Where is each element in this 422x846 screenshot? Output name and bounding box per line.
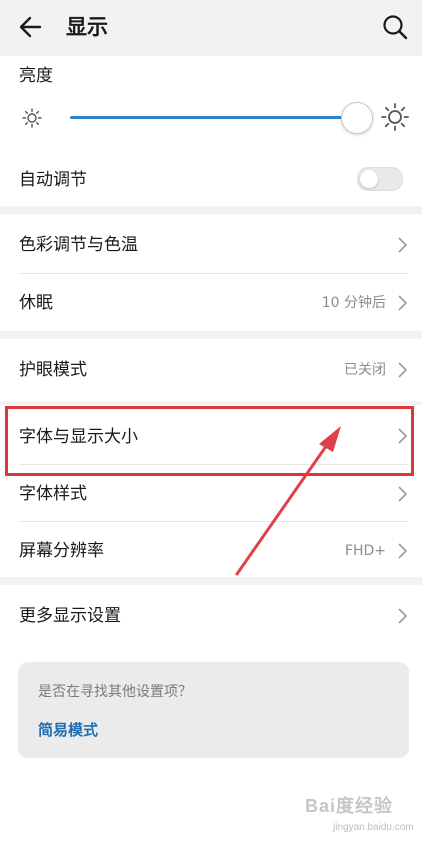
- chevron-right-icon: [398, 362, 408, 378]
- more-display-settings-item[interactable]: 更多显示设置: [19, 604, 121, 628]
- divider: [19, 273, 408, 274]
- toggle-knob: [360, 170, 378, 188]
- screen-resolution-value: FHD+: [344, 543, 386, 559]
- chevron-right-icon: [398, 486, 408, 502]
- font-style-item[interactable]: 字体样式: [19, 482, 87, 506]
- hint-card: 是否在寻找其他设置项？ 简易模式: [18, 662, 409, 758]
- annotation-highlight-box: [5, 406, 414, 476]
- back-arrow-icon[interactable]: [16, 12, 46, 42]
- chevron-right-icon: [398, 295, 408, 311]
- brightness-slider-thumb[interactable]: [341, 102, 373, 134]
- brightness-high-icon: [381, 103, 409, 131]
- sleep-item[interactable]: 休眠: [19, 291, 53, 315]
- simple-mode-link[interactable]: 简易模式: [38, 719, 98, 741]
- page-title: 显示: [66, 15, 108, 39]
- hint-question: 是否在寻找其他设置项？: [38, 684, 192, 700]
- color-temperature-item[interactable]: 色彩调节与色温: [19, 233, 138, 257]
- top-app-bar: 显示: [0, 0, 422, 54]
- chevron-right-icon: [398, 543, 408, 559]
- chevron-right-icon: [398, 237, 408, 253]
- brightness-slider-fill[interactable]: [70, 116, 342, 119]
- watermark-logo: Bai度经验: [305, 796, 394, 816]
- screen-resolution-item[interactable]: 屏幕分辨率: [19, 539, 104, 563]
- chevron-right-icon: [398, 608, 408, 624]
- eye-comfort-item[interactable]: 护眼模式: [19, 358, 87, 382]
- brightness-label: 亮度: [19, 66, 53, 86]
- eye-comfort-value: 已关闭: [344, 362, 386, 378]
- search-icon[interactable]: [380, 12, 410, 42]
- watermark-url: jingyan.baidu.com: [333, 822, 414, 833]
- sleep-value: 10 分钟后: [321, 295, 386, 311]
- auto-adjust-label: 自动调节: [19, 170, 87, 190]
- brightness-low-icon: [22, 108, 42, 128]
- auto-adjust-toggle[interactable]: [357, 167, 403, 191]
- divider: [19, 521, 408, 522]
